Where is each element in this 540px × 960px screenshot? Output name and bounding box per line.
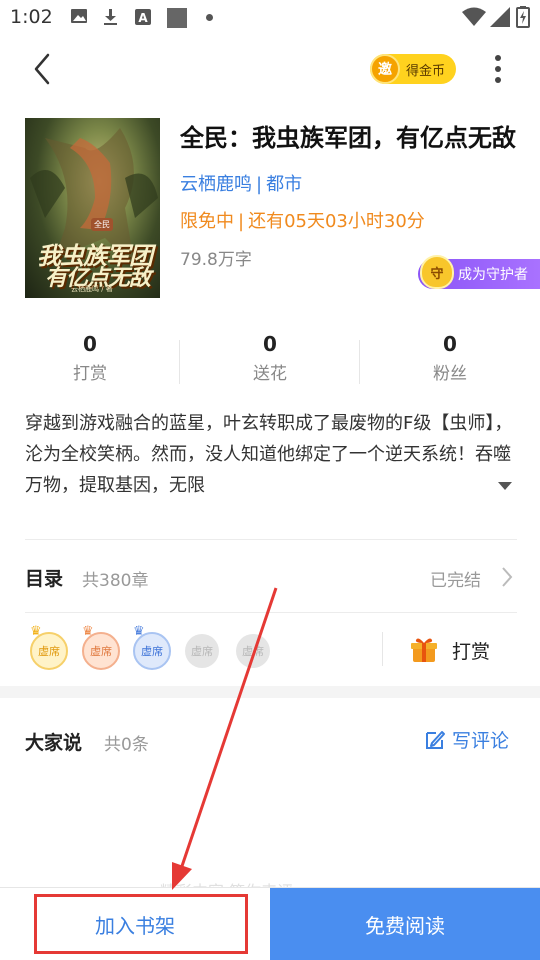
stats-row: 0 打赏 0 送花 0 粉丝 [0, 332, 540, 392]
more-options-icon[interactable] [488, 52, 508, 86]
svg-text:A: A [138, 11, 148, 25]
table-of-contents-row[interactable]: 目录 共380章 已完结 [0, 556, 540, 596]
shield-icon: 守 [420, 255, 454, 289]
write-comment-label: 写评论 [452, 730, 510, 752]
completion-status: 已完结 [430, 571, 481, 591]
expand-icon[interactable] [496, 480, 514, 492]
chapter-count: 共380章 [82, 571, 149, 591]
toc-label: 目录 [25, 568, 64, 590]
gift-icon [411, 638, 437, 662]
cover-author: 云栖鹿鸣 / 著 [71, 285, 113, 293]
word-count: 79.8万字 [180, 250, 252, 270]
stat-flowers: 0 送花 [180, 332, 360, 384]
tipper-seat[interactable]: 虚席 [185, 634, 219, 668]
book-title: 全民：我虫族军团，有亿点无敌 [180, 124, 516, 152]
earn-coins-label: 得金币 [406, 63, 446, 79]
book-cover[interactable]: 全民 我虫族军团 有亿点无敌 云栖鹿鸣 / 著 [25, 118, 160, 298]
tipper-seat[interactable]: 虚席 [82, 632, 120, 670]
tipper-seat[interactable]: 虚席 [30, 632, 68, 670]
free-read-button[interactable]: 免费阅读 [270, 888, 540, 960]
stat-value: 0 [263, 332, 277, 356]
author-link[interactable]: 云栖鹿鸣 [180, 174, 252, 195]
comments-count: 共0条 [104, 735, 149, 755]
status-time: 1:02 [10, 6, 53, 28]
stat-tips: 0 打赏 [0, 332, 180, 384]
promo-line: 限免中 | 还有05天03小时30分 [180, 207, 425, 233]
tip-label: 打赏 [452, 640, 491, 663]
bottom-action-bar: 加入书架 免费阅读 [0, 887, 540, 960]
stat-value: 0 [83, 332, 97, 356]
divider [25, 612, 517, 613]
tip-button[interactable]: 打赏 [410, 634, 490, 666]
edit-icon [426, 730, 445, 749]
comments-title: 大家说 [25, 732, 83, 754]
image-icon [71, 9, 87, 23]
stat-label: 送花 [253, 364, 287, 384]
stat-fans: 0 粉丝 [360, 332, 540, 384]
free-read-label: 免费阅读 [365, 914, 445, 938]
dot-icon [206, 14, 213, 21]
guardian-label: 成为守护者 [458, 267, 528, 283]
square-icon [167, 8, 187, 28]
become-guardian-button[interactable]: 守 成为守护者 [418, 255, 540, 289]
add-to-shelf-label: 加入书架 [95, 914, 175, 938]
battery-icon [516, 6, 530, 28]
author-line: 云栖鹿鸣 | 都市 [180, 170, 302, 196]
stat-value: 0 [443, 332, 457, 356]
divider [25, 539, 517, 540]
download-icon [104, 9, 117, 25]
a-icon: A [135, 9, 151, 25]
add-to-shelf-button[interactable]: 加入书架 [0, 888, 270, 960]
promo-status: 限免中 [180, 211, 234, 232]
category-link[interactable]: 都市 [266, 174, 302, 195]
stat-label: 粉丝 [433, 364, 467, 384]
back-icon[interactable] [28, 52, 58, 86]
tipper-seat[interactable]: 虚席 [133, 632, 171, 670]
cover-tag: 全民 [91, 218, 113, 231]
divider [382, 632, 383, 666]
wifi-icon [462, 7, 486, 26]
earn-coins-button[interactable]: 邀 得金币 [370, 54, 456, 84]
stat-label: 打赏 [73, 364, 107, 384]
promo-remaining: 还有05天03小时30分 [248, 211, 425, 232]
book-synopsis: 穿越到游戏融合的蓝星，叶玄转职成了最废物的F级【虫师】，沦为全校笑柄。然而，没人… [25, 413, 513, 496]
section-separator [0, 686, 540, 698]
status-bar: 1:02 A [0, 0, 540, 36]
chevron-right-icon [502, 567, 513, 587]
coin-icon: 邀 [370, 54, 400, 84]
signal-icon [490, 7, 510, 27]
write-comment-button[interactable]: 写评论 [424, 726, 509, 753]
separator: | [238, 211, 245, 232]
tipper-seat[interactable]: 虚席 [236, 634, 270, 668]
separator: | [256, 174, 263, 195]
